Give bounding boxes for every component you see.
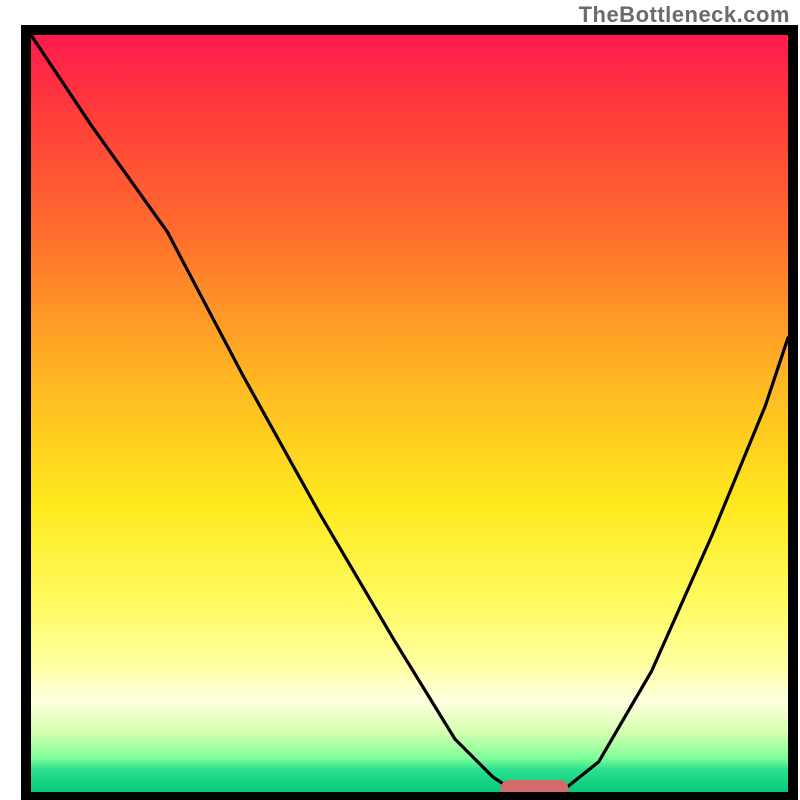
curve-line (31, 35, 788, 792)
chart-svg (31, 35, 788, 792)
chart-container: TheBottleneck.com (0, 0, 800, 800)
optimum-marker (500, 780, 568, 792)
plot-area (21, 25, 798, 800)
